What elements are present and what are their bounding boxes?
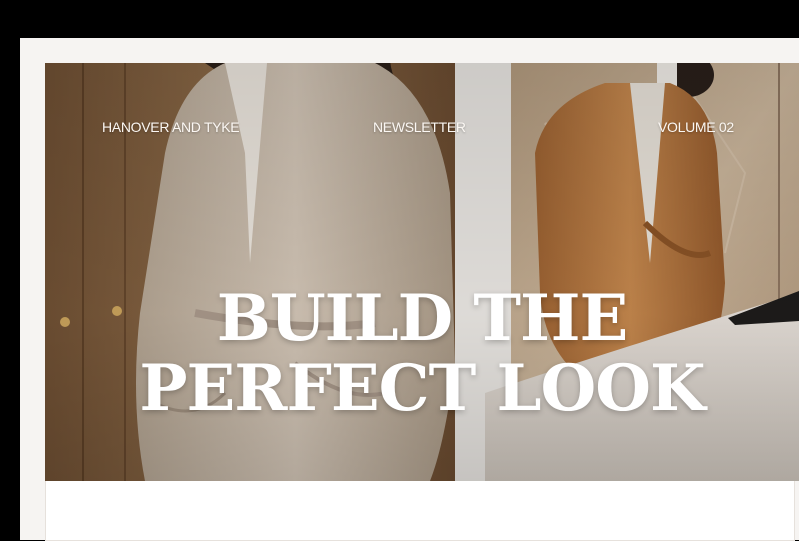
brand-link[interactable]: HANOVER AND TYKE xyxy=(102,119,240,135)
headline-line-1: BUILD THE xyxy=(216,281,629,356)
newsletter-link[interactable]: NEWSLETTER xyxy=(373,119,466,135)
headline-line-2: PERFECT LOOK xyxy=(139,351,705,426)
newsletter-page: HANOVER AND TYKE NEWSLETTER VOLUME 02 BU… xyxy=(20,38,799,541)
volume-label: VOLUME 02 xyxy=(658,119,734,135)
content-panel xyxy=(45,481,795,541)
hero-section: HANOVER AND TYKE NEWSLETTER VOLUME 02 BU… xyxy=(45,63,799,481)
